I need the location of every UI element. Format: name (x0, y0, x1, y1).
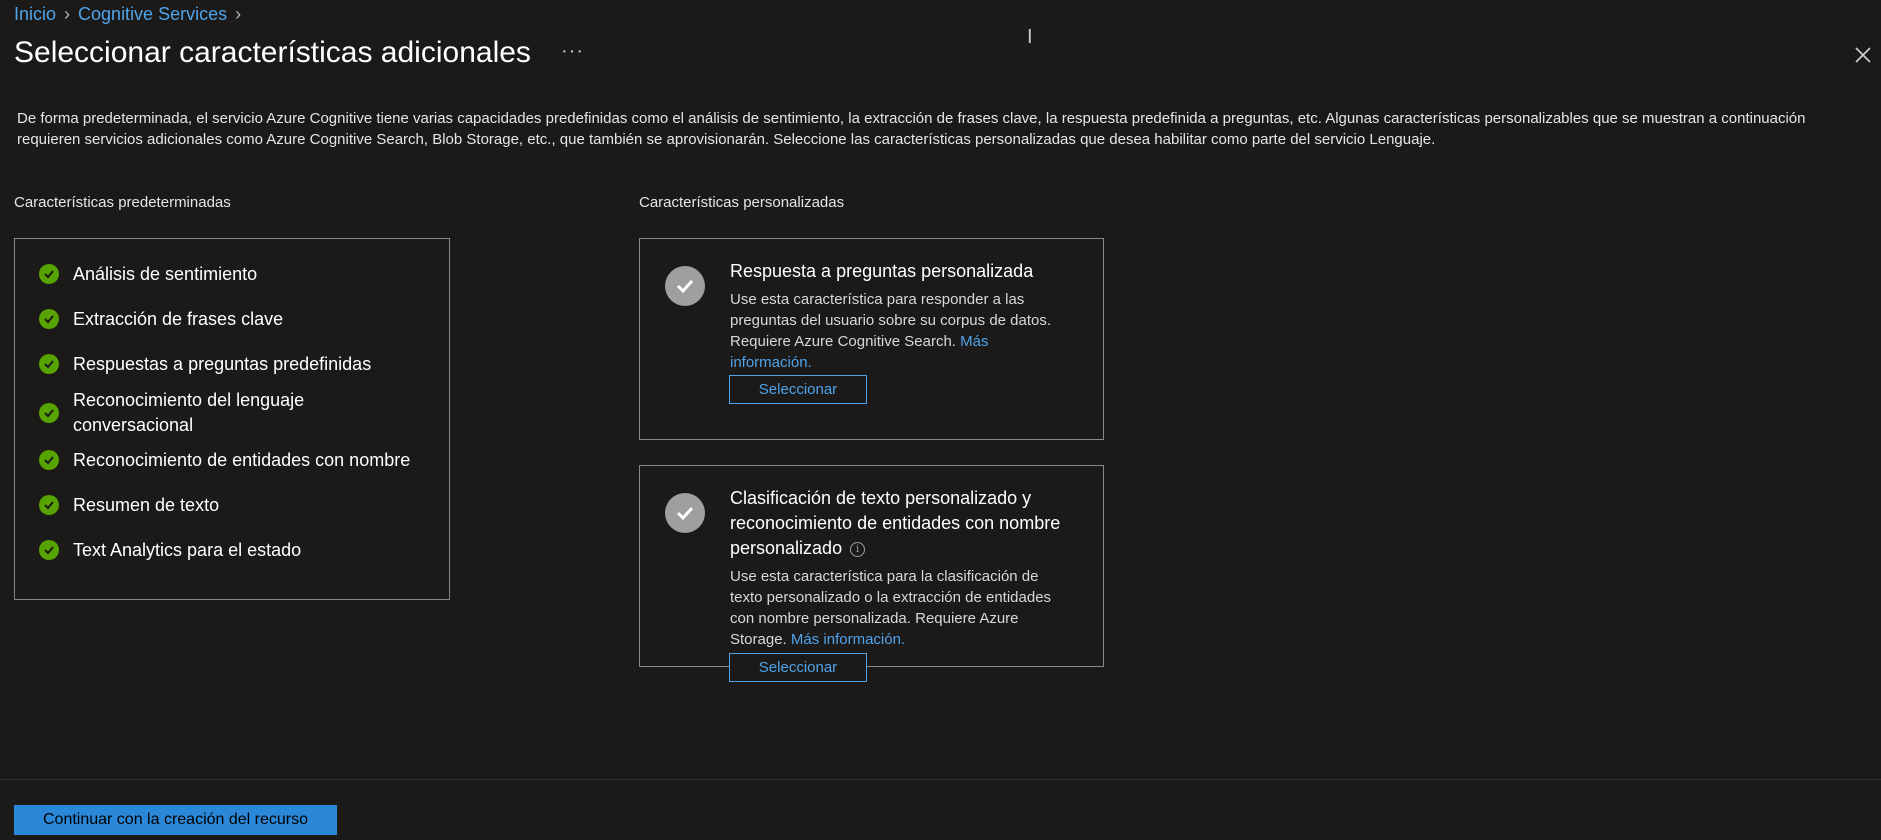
feature-item: Reconocimiento del lenguaje conversacion… (39, 388, 329, 438)
select-button[interactable]: Seleccionar (729, 375, 867, 404)
default-features-label: Características predeterminadas (14, 194, 231, 211)
feature-item: Resumen de texto (39, 493, 439, 518)
chevron-right-icon: › (235, 4, 242, 24)
chevron-right-icon: › (64, 4, 71, 24)
page-title: Seleccionar características adicionales (14, 36, 531, 69)
custom-features-label: Características personalizadas (639, 194, 845, 211)
checkmark-icon (665, 493, 705, 533)
check-circle-icon (39, 403, 59, 423)
breadcrumb-item-inicio[interactable]: Inicio (14, 4, 56, 25)
feature-label: Reconocimiento del lenguaje conversacion… (73, 390, 305, 435)
card-title: Respuesta a preguntas personalizada (730, 261, 1034, 281)
breadcrumb: Inicio › Cognitive Services › (14, 4, 241, 25)
card-description: Use esta característica para responder a… (730, 291, 1052, 371)
check-circle-icon (39, 354, 59, 374)
close-icon[interactable] (1852, 44, 1874, 66)
custom-feature-card-question-answering[interactable]: Respuesta a preguntas personalizada Use … (639, 238, 1104, 440)
card-description: Use esta característica para la clasific… (730, 568, 1052, 648)
feature-label: Text Analytics para el estado (73, 540, 302, 560)
feature-item: Extracción de frases clave (39, 307, 439, 332)
feature-label: Análisis de sentimiento (73, 264, 258, 284)
check-circle-icon (39, 540, 59, 560)
checkmark-icon (665, 266, 705, 306)
more-options-button[interactable]: ··· (561, 40, 584, 63)
text-cursor-icon: I (1027, 26, 1033, 48)
continue-create-resource-button[interactable]: Continuar con la creación del recurso (14, 805, 337, 835)
feature-label: Extracción de frases clave (73, 309, 284, 329)
feature-label: Resumen de texto (73, 495, 220, 515)
page-description: De forma predeterminada, el servicio Azu… (17, 110, 1806, 148)
card-title: Clasificación de texto personalizado y r… (730, 488, 1061, 558)
feature-label: Respuestas a preguntas predefinidas (73, 354, 372, 374)
feature-item: Reconocimiento de entidades con nombre (39, 448, 439, 473)
check-circle-icon (39, 450, 59, 470)
select-button[interactable]: Seleccionar (729, 653, 867, 682)
info-icon[interactable]: i (850, 541, 866, 557)
custom-feature-card-text-classification[interactable]: Clasificación de texto personalizado y r… (639, 465, 1104, 667)
check-circle-icon (39, 309, 59, 329)
breadcrumb-item-cognitive-services[interactable]: Cognitive Services (78, 4, 227, 25)
feature-item: Análisis de sentimiento (39, 262, 439, 287)
more-info-link[interactable]: Más información. (791, 631, 905, 648)
feature-label: Reconocimiento de entidades con nombre (73, 450, 411, 470)
check-circle-icon (39, 495, 59, 515)
feature-item: Text Analytics para el estado (39, 538, 439, 563)
check-circle-icon (39, 264, 59, 284)
feature-item: Respuestas a preguntas predefinidas (39, 352, 439, 377)
footer-divider (0, 779, 1881, 780)
default-features-box: Análisis de sentimiento Extracción de fr… (14, 238, 450, 600)
